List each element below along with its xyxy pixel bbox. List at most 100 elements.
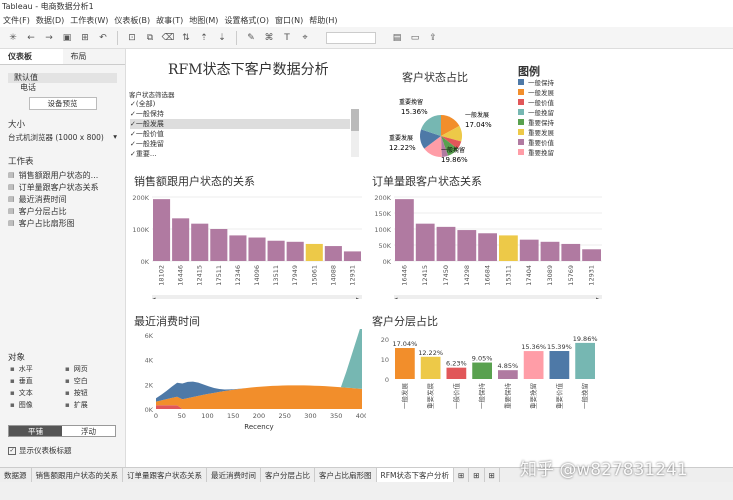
sheet-tab[interactable]: 客户分层占比 — [261, 468, 315, 482]
legend-item[interactable]: 一般价值 — [518, 97, 554, 107]
worksheet-item[interactable]: ▤ 订单量跟客户状态关系 — [0, 181, 125, 193]
swap-icon[interactable]: ⇅ — [179, 31, 193, 45]
bar[interactable] — [472, 362, 492, 379]
bar[interactable] — [498, 370, 518, 379]
menu-item[interactable]: 数据(D) — [36, 14, 64, 27]
filter-option[interactable]: ✓ 一般保持 — [130, 109, 350, 119]
bar[interactable] — [523, 351, 544, 379]
menu-item[interactable]: 设置格式(O) — [224, 14, 269, 27]
forward-icon[interactable]: → — [42, 31, 56, 45]
pin-icon[interactable]: ⌖ — [298, 31, 312, 45]
orders-bar-chart[interactable]: 200K 150K 100K 50K 0K 16446 12415 17450 14298 166… — [366, 189, 606, 299]
bar[interactable] — [210, 229, 228, 261]
bar[interactable] — [191, 223, 209, 261]
show-title-checkbox[interactable]: ✓ 显示仪表板标题 — [8, 445, 72, 456]
sheet-tab[interactable]: 数据源 — [0, 468, 32, 482]
sales-bar-chart[interactable]: 200K 100K 0K 18102 16446 12415 17511 12346 14096… — [126, 189, 366, 299]
sheet-tab[interactable]: RFM状态下客户分析 — [376, 468, 454, 482]
object-item[interactable]: ▪ 空白 — [65, 375, 120, 387]
legend-item[interactable]: 重要挽留 — [518, 147, 554, 157]
bar[interactable] — [561, 243, 581, 261]
menu-item[interactable]: 故事(T) — [156, 14, 183, 27]
object-item[interactable]: ▪ 扩展 — [65, 399, 120, 411]
worksheet-item[interactable]: ▤ 最近消费时间 — [0, 193, 125, 205]
undo-icon[interactable]: ↶ — [96, 31, 110, 45]
object-item[interactable]: ▪ 水平 — [10, 363, 65, 375]
clear-icon[interactable]: ⌫ — [161, 31, 175, 45]
sort-asc-icon[interactable]: ⇡ — [197, 31, 211, 45]
bar[interactable] — [478, 233, 497, 261]
scroll-left-icon[interactable]: ◂ — [152, 295, 156, 299]
size-select[interactable]: 台式机浏览器 (1000 x 800) ▾ — [8, 132, 117, 143]
bar[interactable] — [172, 218, 190, 261]
bar[interactable] — [519, 239, 539, 261]
legend-item[interactable]: 一般挽留 — [518, 107, 554, 117]
legend-item[interactable]: 重要保持 — [518, 117, 554, 127]
bar[interactable] — [286, 241, 304, 261]
scroll-right-icon[interactable]: ▸ — [596, 295, 600, 299]
legend-item[interactable]: 重要价值 — [518, 137, 554, 147]
worksheet-item[interactable]: ▤ 销售额跟用户状态的... — [0, 169, 125, 181]
menu-item[interactable]: 窗口(N) — [275, 14, 303, 27]
bar[interactable] — [395, 199, 414, 261]
fit-select[interactable] — [326, 31, 376, 44]
device-phone[interactable]: 电话 — [8, 83, 117, 93]
new-story-icon[interactable]: ⊞ — [485, 468, 500, 482]
bar[interactable] — [582, 249, 601, 261]
scroll-left-icon[interactable]: ◂ — [394, 295, 398, 299]
sheet-tab[interactable]: 最近消费时间 — [207, 468, 261, 482]
object-item[interactable]: ▪ 网页 — [65, 363, 120, 375]
bar[interactable] — [540, 241, 560, 261]
group-icon[interactable]: ⌘ — [262, 31, 276, 45]
object-item[interactable]: ▪ 垂直 — [10, 375, 65, 387]
filter-option[interactable]: ✓ (全部) — [130, 99, 350, 109]
device-preview-button[interactable]: 设备预览 — [28, 97, 97, 110]
filter-option[interactable]: ✓ 一般挽留 — [130, 139, 350, 149]
object-item[interactable]: ▪ 文本 — [10, 387, 65, 399]
bar[interactable] — [420, 356, 441, 379]
bar[interactable] — [229, 235, 247, 261]
worksheet-item[interactable]: ▤ 客户分层占比 — [0, 205, 125, 217]
segment-bar-chart[interactable]: 20 10 0 17.04%12.22%6.23% 9.05% 4.85% 15.36% 15… — [366, 329, 606, 431]
bar[interactable] — [324, 246, 342, 261]
share-icon[interactable]: ⇪ — [426, 31, 440, 45]
bar[interactable] — [457, 230, 477, 261]
bar[interactable] — [499, 235, 518, 261]
legend-item[interactable]: 重要发展 — [518, 127, 554, 137]
menu-item[interactable]: 仪表板(B) — [114, 14, 150, 27]
new-datasource-icon[interactable]: ⊞ — [78, 31, 92, 45]
bar[interactable] — [153, 199, 171, 261]
tab-dashboard[interactable]: 仪表板 — [0, 49, 63, 64]
show-cards-icon[interactable]: ▤ — [390, 31, 404, 45]
filter-option[interactable]: ✓ 一般发展 — [130, 119, 350, 129]
bar[interactable] — [575, 342, 595, 379]
bar[interactable] — [446, 367, 467, 379]
tableau-logo-icon[interactable]: ✳ — [6, 31, 20, 45]
legend-item[interactable]: 一般保持 — [518, 77, 554, 87]
bar[interactable] — [305, 243, 323, 261]
bar[interactable] — [343, 251, 361, 261]
device-default[interactable]: 默认值 — [8, 73, 117, 83]
scroll-right-icon[interactable]: ▸ — [356, 295, 360, 299]
object-item[interactable]: ▪ 图像 — [10, 399, 65, 411]
sort-desc-icon[interactable]: ⇣ — [215, 31, 229, 45]
menu-item[interactable]: 工作表(W) — [70, 14, 108, 27]
new-sheet-icon[interactable]: ⊡ — [125, 31, 139, 45]
bar[interactable] — [415, 223, 435, 261]
duplicate-icon[interactable]: ⧉ — [143, 31, 157, 45]
bar[interactable] — [436, 226, 456, 261]
legend-item[interactable]: 一般发展 — [518, 87, 554, 97]
label-icon[interactable]: T — [280, 31, 294, 45]
new-dashboard-icon[interactable]: ⊞ — [469, 468, 485, 482]
filter-option[interactable]: ✓ 重要... — [130, 149, 350, 157]
save-icon[interactable]: ▣ — [60, 31, 74, 45]
sheet-tab[interactable]: 客户占比扇形图 — [315, 468, 377, 482]
menu-item[interactable]: 文件(F) — [3, 14, 30, 27]
sheet-tab[interactable]: 订单量跟客户状态关系 — [123, 468, 207, 482]
menu-item[interactable]: 帮助(H) — [309, 14, 337, 27]
bar[interactable] — [549, 351, 570, 379]
bar[interactable] — [267, 240, 285, 261]
scrollbar[interactable] — [394, 295, 602, 299]
highlight-icon[interactable]: ✎ — [244, 31, 258, 45]
tab-layout[interactable]: 布局 — [63, 49, 126, 64]
